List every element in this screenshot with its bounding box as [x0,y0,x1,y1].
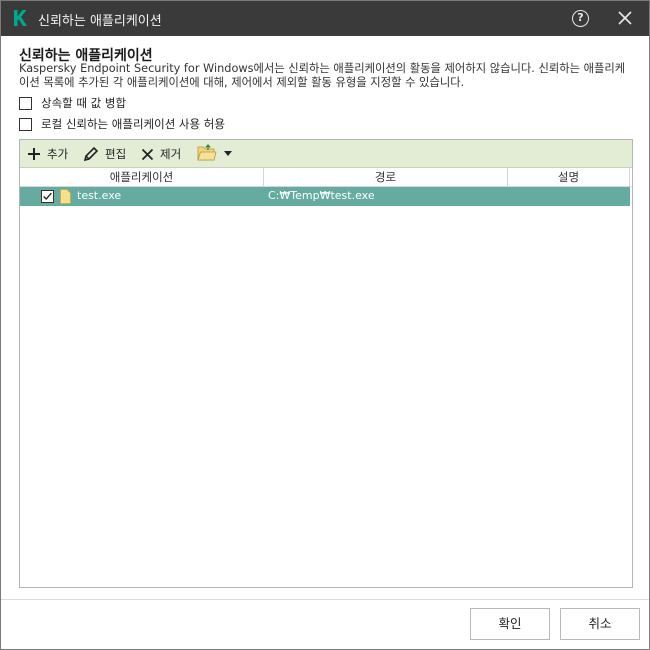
import-export-menu-button[interactable] [197,144,233,162]
remove-label: 제거 [160,147,182,161]
allow-local-option[interactable]: 로컬 신뢰하는 애플리케이션 사용 허용 [19,116,225,132]
ok-button[interactable]: 확인 [470,608,550,640]
plus-icon [28,148,40,160]
row-path: C:₩Temp₩test.exe [268,189,375,202]
merge-values-option[interactable]: 상속할 때 값 병합 [19,95,126,111]
allow-local-label: 로컬 신뢰하는 애플리케이션 사용 허용 [41,117,225,131]
caret-down-icon [224,151,232,156]
add-label: 추가 [47,147,69,161]
merge-values-label: 상속할 때 값 병합 [41,96,127,110]
close-icon[interactable] [618,11,632,25]
help-icon[interactable]: ? [572,10,589,27]
column-header-description[interactable]: 설명 [508,168,630,187]
folder-icon [197,144,217,161]
remove-x-icon [141,148,154,160]
row-application-name: test.exe [77,189,122,202]
merge-values-checkbox[interactable] [19,96,32,110]
file-icon [60,189,71,204]
edit-label: 편집 [105,147,127,161]
edit-button[interactable]: 편집 [83,145,126,163]
footer-divider [1,599,649,600]
table-row[interactable]: test.exe C:₩Temp₩test.exe [20,187,630,206]
column-header-path[interactable]: 경로 [264,168,508,187]
add-button[interactable]: 추가 [27,145,68,163]
remove-button[interactable]: 제거 [141,145,181,163]
window-title: 신뢰하는 애플리케이션 [38,14,162,29]
trusted-apps-dialog: 신뢰하는 애플리케이션 ? 신뢰하는 애플리케이션 Kaspersky Endp… [0,0,650,650]
column-headers: 애플리케이션 경로 설명 [20,168,632,187]
apps-grid: 추가 편집 제거 애플리케이션 경로 설명 test.exe C:₩Temp₩t… [19,139,633,588]
title-bar[interactable]: 신뢰하는 애플리케이션 ? [1,1,649,36]
column-header-application[interactable]: 애플리케이션 [20,168,264,187]
row-checkbox[interactable] [41,190,54,203]
page-description: Kaspersky Endpoint Security for Windows에… [19,62,626,89]
grid-toolbar: 추가 편집 제거 [20,140,632,168]
kaspersky-logo-icon [14,10,27,26]
pencil-icon [83,146,99,162]
allow-local-checkbox[interactable] [19,117,32,131]
cancel-button[interactable]: 취소 [560,608,640,640]
